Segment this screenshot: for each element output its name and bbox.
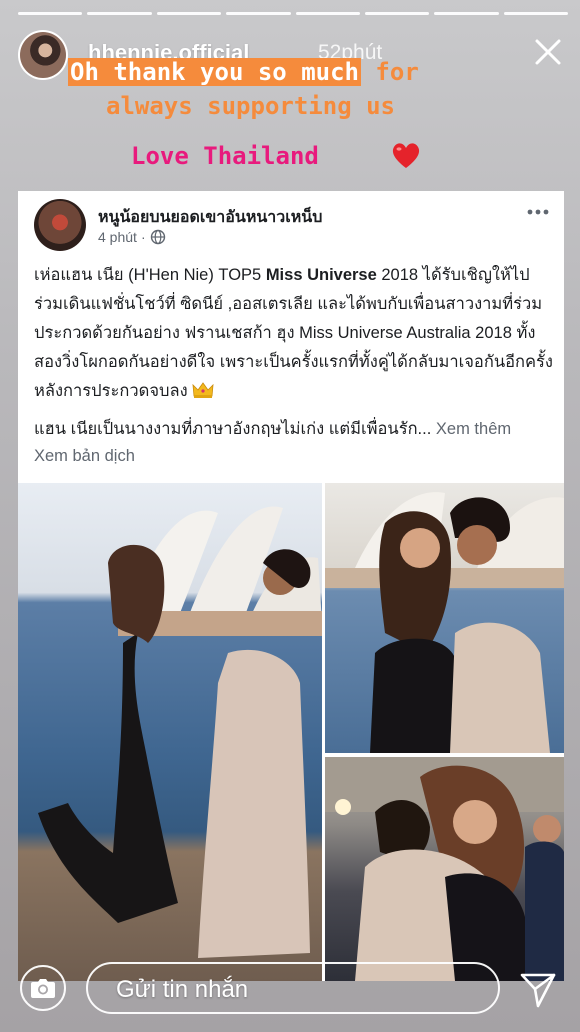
progress-segment <box>156 12 222 15</box>
progress-segment <box>364 12 430 15</box>
post-text: 2018 ได้รับเชิญให้ไปร่วมเดินแฟชั่นโชว์ที… <box>34 266 553 400</box>
camera-icon <box>31 979 55 998</box>
page-avatar[interactable] <box>34 199 86 251</box>
progress-segment <box>503 12 568 15</box>
caption-line-2: always supporting us <box>106 92 395 120</box>
reply-input[interactable]: Gửi tin nhắn <box>86 962 500 1014</box>
post-text: แฮน เนียเป็นนางงามที่ภาษาอังกฤษไม่เก่ง แ… <box>34 420 432 438</box>
post-text: เห่อแฮน เนีย (H'Hen Nie) TOP5 <box>34 266 266 284</box>
caption-line-3: Love Thailand <box>131 142 319 170</box>
story-avatar[interactable] <box>18 30 68 80</box>
progress-segment <box>434 12 499 15</box>
post-photo-2[interactable] <box>325 483 564 753</box>
translate-link[interactable]: Xem bản dịch <box>34 447 135 466</box>
photo-illustration <box>325 492 564 753</box>
post-photo-1[interactable] <box>18 483 322 981</box>
post-body: เห่อแฮน เนีย (H'Hen Nie) TOP5 Miss Unive… <box>34 261 554 406</box>
page-name[interactable]: หนูน้อยบนยอดเขาอันหนาวเหน็บ <box>98 205 322 230</box>
camera-button[interactable] <box>20 965 66 1011</box>
photo-illustration <box>38 506 322 958</box>
caption-highlight: Oh thank you so much <box>68 58 361 86</box>
progress-segment <box>87 12 152 15</box>
caption-rest: for <box>360 58 419 86</box>
avatar-image <box>20 32 66 78</box>
meta-dot: · <box>140 229 146 245</box>
photo-illustration <box>325 757 564 981</box>
post-text-bold: Miss Universe <box>265 266 377 284</box>
caption-line-1: Oh thank you so much for <box>68 58 419 86</box>
post-paragraph-2: แฮน เนียเป็นนางงามที่ภาษาอังกฤษไม่เก่ง แ… <box>34 416 511 442</box>
shared-post-card[interactable]: หนูน้อยบนยอดเขาอันหนาวเหน็บ 4 phút · เห่… <box>18 191 564 981</box>
heart-icon <box>392 143 420 168</box>
post-photo-3[interactable] <box>325 757 564 981</box>
send-icon[interactable] <box>518 970 558 1010</box>
story-progress-bar <box>18 12 568 15</box>
crown-icon <box>192 382 214 398</box>
progress-segment <box>18 12 83 15</box>
globe-icon <box>150 229 165 245</box>
close-icon[interactable] <box>534 38 562 66</box>
more-icon[interactable] <box>526 207 550 217</box>
see-more-link[interactable]: Xem thêm <box>436 420 511 438</box>
reply-placeholder: Gửi tin nhắn <box>116 976 249 1003</box>
post-meta: 4 phút · <box>98 229 166 245</box>
post-time: 4 phút <box>98 229 137 245</box>
progress-segment <box>295 12 360 15</box>
progress-segment <box>226 12 291 15</box>
